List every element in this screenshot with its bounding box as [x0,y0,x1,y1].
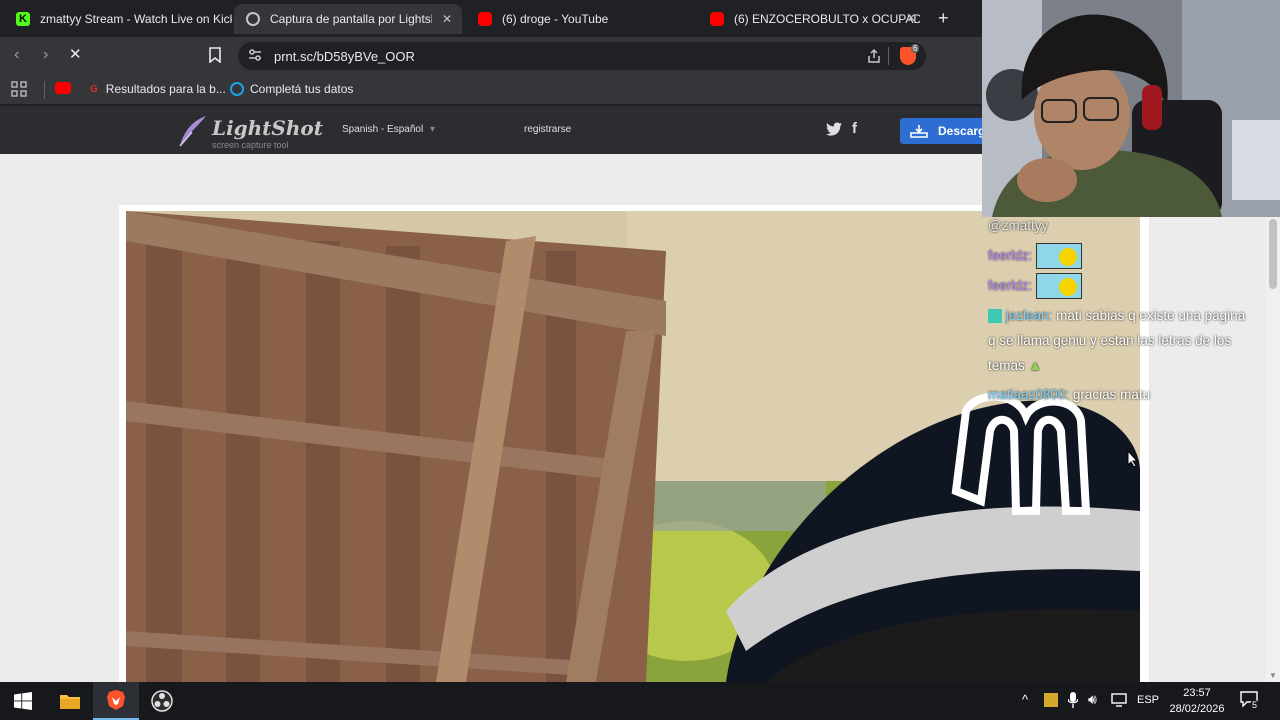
bookmark-label: Resultados para la b... [105,82,226,96]
url-text: prnt.sc/bD58yBVe_OOR [274,49,415,64]
kick-icon [16,12,30,26]
download-button[interactable]: Descarg [900,118,982,144]
chat-text: mati sabias q existe una pagina [1056,308,1246,323]
feather-icon [179,116,206,147]
emote-icon [1036,243,1083,270]
system-clock[interactable]: 23:57 28/02/2026 [1164,685,1230,717]
close-tab-icon[interactable]: ✕ [906,11,916,25]
language-indicator[interactable]: ESP [1137,694,1159,706]
bookmark-completa[interactable]: Completá tus datos [230,82,353,96]
divider [888,47,889,65]
chat-message: feerldz: [988,243,1083,270]
bookmark-resultados[interactable]: G Resultados para la b... [90,82,226,96]
chat-message: @zmattyy [988,213,1048,238]
shield-badge: 6 [911,44,920,53]
tab-lightshot[interactable]: Captura de pantalla por Lightshot ✕ [234,4,462,34]
stop-loading-button[interactable]: ✕ [69,45,82,63]
close-tab-icon[interactable]: ✕ [442,12,452,26]
brave-icon [107,690,125,710]
chat-text: gracias matu [1072,387,1151,402]
network-icon[interactable] [1111,693,1127,710]
apps-grid-icon[interactable] [11,81,27,97]
lightshot-tab-icon [246,12,260,26]
address-bar[interactable]: prnt.sc/bD58yBVe_OOR 6 [238,42,926,70]
folder-icon [60,695,80,709]
tab-youtube-enzo[interactable]: (6) ENZOCEROBULTO x OCUPADO EN [698,4,920,34]
microphone-icon[interactable] [1067,692,1079,711]
tab-kick[interactable]: zmattyy Stream - Watch Live on Kick [4,4,232,34]
clock-date: 28/02/2026 [1169,703,1225,715]
emote-icon [1036,273,1083,300]
chat-text: q se llama geniu y estan las letras de l… [988,333,1232,348]
webcam-overlay [982,0,1280,217]
tab-youtube-droge[interactable]: (6) droge - YouTube [466,4,696,34]
tray-app-icon[interactable] [1044,693,1058,707]
lightshot-header: LightShot screen capture tool Spanish - … [0,106,982,154]
chat-text: @zmattyy [988,218,1049,233]
bookmark-label: Completá tus datos [250,82,354,96]
download-cloud-icon [909,124,929,141]
language-select[interactable]: Spanish - Español ▾ [342,124,435,135]
mouse-cursor-icon [1127,450,1139,468]
tab-title: (6) ENZOCEROBULTO x OCUPADO EN [734,12,920,26]
scroll-down-arrow-icon[interactable]: ▼ [1269,671,1277,680]
back-button[interactable]: ‹ [14,46,19,64]
chat-username: matiaaz0800: [988,387,1070,402]
windows-logo-icon [14,692,32,710]
chat-username: feerldz: [988,278,1033,293]
forward-button[interactable]: › [43,46,48,64]
site-settings-icon[interactable] [248,48,262,67]
start-button[interactable] [0,682,46,720]
twitter-icon[interactable] [826,122,842,141]
tab-title: zmattyy Stream - Watch Live on Kick [40,12,232,26]
google-icon: G [90,83,98,95]
bookmark-icon[interactable] [208,47,222,68]
brave-browser-button[interactable] [93,682,139,720]
chat-text: temas [988,358,1025,373]
file-explorer-button[interactable] [47,682,93,720]
browser-toolbar: ‹ › ✕ prnt.sc/bD58yBVe_OOR 6 [0,37,982,75]
chat-message-continuation: q se llama geniu y estan las letras de l… [988,328,1231,353]
tab-title: (6) droge - YouTube [502,12,609,26]
chat-message-continuation: temas ▲ [988,353,1042,378]
divider [44,81,45,99]
clock-time: 23:57 [1183,687,1211,699]
tree-emoji-icon: ▲ [1028,358,1042,373]
tray-chevron-up-icon[interactable]: ^ [1022,692,1028,707]
volume-icon[interactable]: 🔊︎ [1088,691,1097,708]
chat-message: jezlean: mati sabias q existe una pagina [988,303,1245,328]
badge-icon [988,309,1002,324]
obs-icon [151,690,173,712]
chat-overlay: @zmattyy feerldz: feerldz: jezlean: mati… [982,217,1280,417]
download-label: Descarg [938,124,982,138]
logo-tagline: screen capture tool [212,140,289,150]
chevron-down-icon: ▾ [429,124,435,135]
youtube-icon [478,12,492,26]
new-tab-button[interactable]: + [938,9,949,27]
language-label: Spanish - Español [342,124,424,135]
obs-button[interactable] [139,682,185,720]
bookmark-youtube[interactable] [55,82,71,94]
facebook-icon[interactable]: f [852,120,857,137]
logo-name: LightShot [212,116,323,140]
circle-icon [230,82,244,96]
bookmarks-bar: G Resultados para la b... Completá tus d… [0,75,982,105]
youtube-icon [55,82,71,94]
tab-title: Captura de pantalla por Lightshot [270,12,432,26]
share-icon[interactable] [866,48,882,69]
notification-count: 5 [1250,700,1260,710]
chat-username: jezlean: [1005,308,1053,323]
youtube-icon [710,12,724,26]
chat-message: matiaaz0800: gracias matu [988,382,1150,407]
register-link[interactable]: registrarse [524,124,571,135]
chat-message: feerldz: [988,273,1083,300]
chat-username: feerldz: [988,248,1033,263]
webcam-feed [982,0,1280,217]
windows-taskbar: ^ 🔊︎ ESP 23:57 28/02/2026 5 [0,682,1280,720]
